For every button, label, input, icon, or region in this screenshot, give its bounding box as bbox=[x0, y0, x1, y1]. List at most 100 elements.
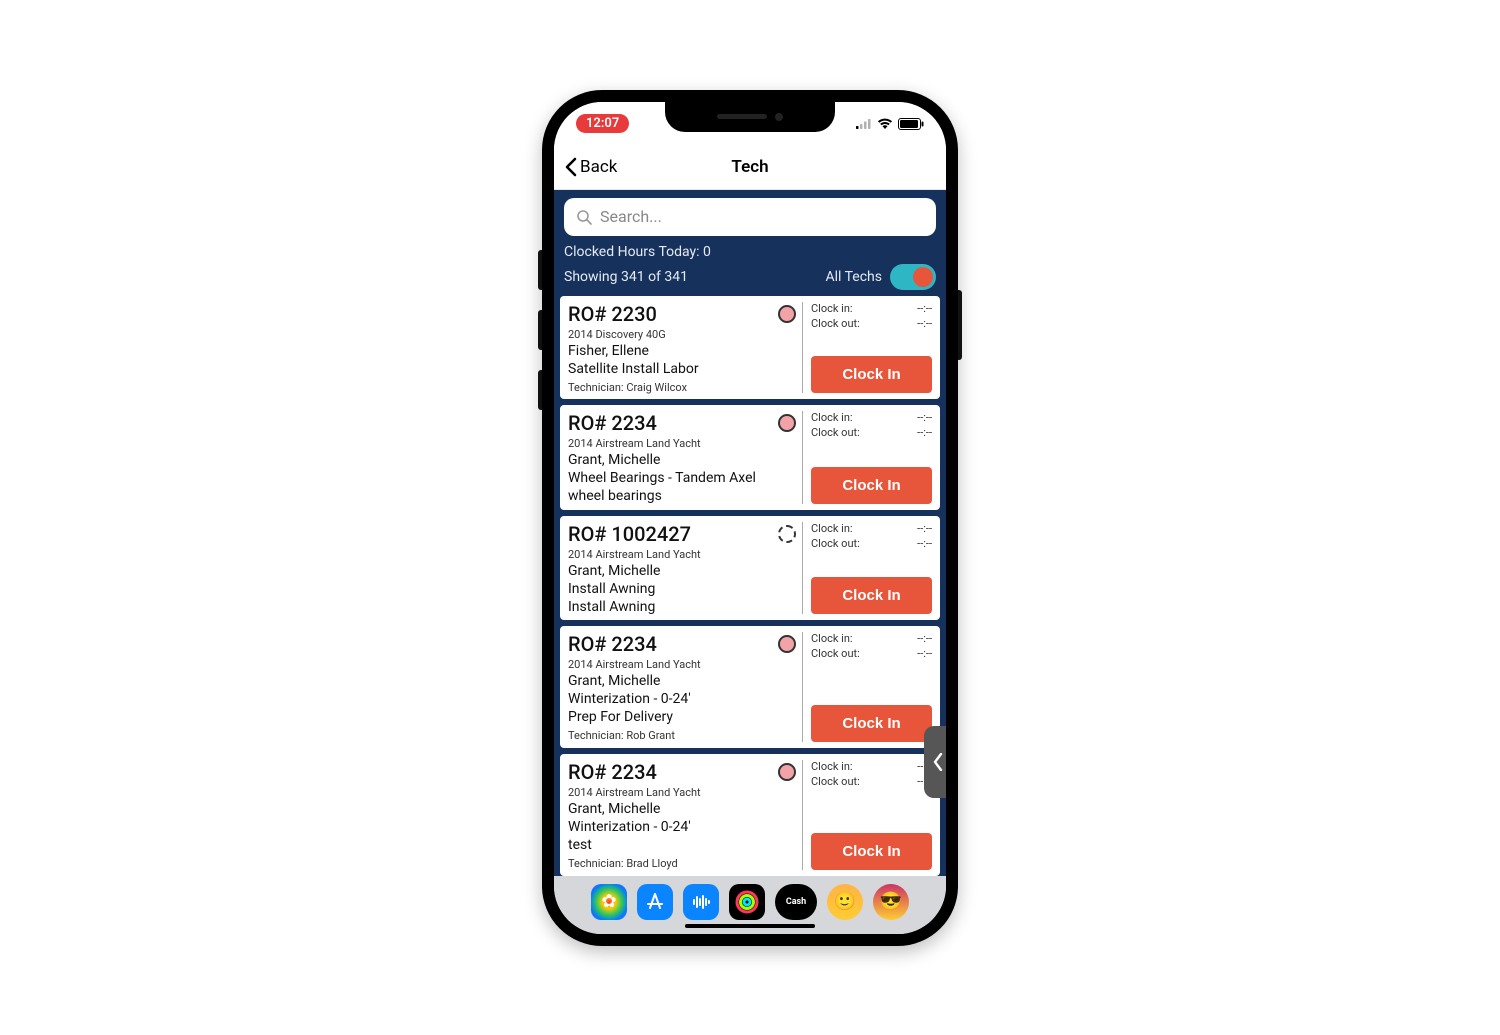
phone-frame: 12:07 bbox=[542, 90, 958, 946]
status-dot-icon bbox=[778, 414, 796, 432]
vehicle-line: 2014 Airstream Land Yacht bbox=[568, 658, 796, 671]
dock-app-photos[interactable]: ✿ bbox=[591, 884, 627, 920]
wifi-icon bbox=[877, 118, 893, 130]
task-line: Wheel Bearings - Tandem Axel bbox=[568, 470, 796, 486]
clock-in-button[interactable]: Clock In bbox=[811, 577, 932, 614]
search-container: Search... bbox=[554, 190, 946, 244]
customer-line: Grant, Michelle bbox=[568, 563, 796, 579]
status-dot-icon bbox=[778, 635, 796, 653]
card-info: RO# 2234 2014 Airstream Land Yacht Grant… bbox=[568, 760, 802, 870]
waveform-icon bbox=[690, 891, 712, 913]
clock-out-label: Clock out: bbox=[811, 537, 860, 550]
chevron-left-icon bbox=[933, 753, 943, 771]
task-line: Winterization - 0-24' bbox=[568, 691, 796, 707]
clock-in-label: Clock in: bbox=[811, 760, 853, 773]
card-clock: Clock in: --:-- Clock out: --:-- Clock In bbox=[802, 632, 932, 742]
detail-line: Prep For Delivery bbox=[568, 709, 796, 725]
clock-in-label: Clock in: bbox=[811, 522, 853, 535]
clock-in-button[interactable]: Clock In bbox=[811, 705, 932, 742]
ro-number: RO# 2230 bbox=[568, 302, 657, 326]
clock-in-label: Clock in: bbox=[811, 302, 853, 315]
summary-section: Clocked Hours Today: 0 Showing 341 of 34… bbox=[554, 244, 946, 296]
ro-number: RO# 1002427 bbox=[568, 522, 691, 546]
job-list[interactable]: RO# 2230 2014 Discovery 40G Fisher, Elle… bbox=[554, 296, 946, 876]
clock-in-button[interactable]: Clock In bbox=[811, 467, 932, 504]
clock-in-button[interactable]: Clock In bbox=[811, 356, 932, 393]
vehicle-line: 2014 Airstream Land Yacht bbox=[568, 786, 796, 799]
customer-line: Grant, Michelle bbox=[568, 801, 796, 817]
ro-number: RO# 2234 bbox=[568, 760, 657, 784]
notch bbox=[665, 102, 835, 132]
memoji-icon: 😎 bbox=[880, 891, 902, 912]
app-body: Search... Clocked Hours Today: 0 Showing… bbox=[554, 190, 946, 876]
nav-bar: Back Tech bbox=[554, 146, 946, 190]
technician-line: Technician: Brad Lloyd bbox=[568, 853, 796, 870]
showing-label: Showing 341 of 341 bbox=[564, 269, 688, 285]
dock-app-cash[interactable]: Cash bbox=[775, 884, 817, 920]
customer-line: Grant, Michelle bbox=[568, 452, 796, 468]
all-techs-toggle[interactable] bbox=[890, 264, 936, 290]
memoji-icon: 🙂 bbox=[834, 891, 856, 912]
clock-out-label: Clock out: bbox=[811, 775, 860, 788]
clock-out-value: --:-- bbox=[917, 537, 932, 550]
task-line: Satellite Install Labor bbox=[568, 361, 796, 377]
card-info: RO# 2230 2014 Discovery 40G Fisher, Elle… bbox=[568, 302, 802, 394]
clock-out-label: Clock out: bbox=[811, 647, 860, 660]
vehicle-line: 2014 Discovery 40G bbox=[568, 328, 796, 341]
card-clock: Clock in: --:-- Clock out: --:-- Clock In bbox=[802, 411, 932, 504]
appstore-icon bbox=[644, 891, 666, 913]
card-info: RO# 2234 2014 Airstream Land Yacht Grant… bbox=[568, 632, 802, 742]
clock-in-label: Clock in: bbox=[811, 632, 853, 645]
dock-app-audio[interactable] bbox=[683, 884, 719, 920]
clocked-hours-label: Clocked Hours Today: 0 bbox=[564, 244, 936, 260]
card-info: RO# 2234 2014 Airstream Land Yacht Grant… bbox=[568, 411, 802, 504]
clock-in-label: Clock in: bbox=[811, 411, 853, 424]
dock-app-memoji-2[interactable]: 😎 bbox=[873, 884, 909, 920]
job-card[interactable]: RO# 2234 2014 Airstream Land Yacht Grant… bbox=[560, 754, 940, 876]
job-card[interactable]: RO# 2230 2014 Discovery 40G Fisher, Elle… bbox=[560, 296, 940, 400]
search-placeholder: Search... bbox=[600, 207, 662, 226]
job-card[interactable]: RO# 1002427 2014 Airstream Land Yacht Gr… bbox=[560, 516, 940, 621]
job-card[interactable]: RO# 2234 2014 Airstream Land Yacht Grant… bbox=[560, 405, 940, 510]
photos-icon: ✿ bbox=[601, 891, 616, 912]
status-time: 12:07 bbox=[576, 114, 629, 133]
chevron-left-icon bbox=[564, 157, 578, 177]
job-card[interactable]: RO# 2234 2014 Airstream Land Yacht Grant… bbox=[560, 626, 940, 748]
battery-icon bbox=[898, 118, 924, 130]
clock-in-button[interactable]: Clock In bbox=[811, 833, 932, 870]
all-techs-label: All Techs bbox=[825, 269, 882, 285]
home-indicator[interactable] bbox=[685, 924, 815, 928]
card-clock: Clock in:--:-- Clock out:--:-- Clock In bbox=[802, 760, 932, 870]
cellular-icon bbox=[856, 118, 872, 129]
status-dot-icon bbox=[778, 525, 796, 543]
clock-out-value: --:-- bbox=[917, 647, 932, 660]
vehicle-line: 2014 Airstream Land Yacht bbox=[568, 548, 796, 561]
detail-line: wheel bearings bbox=[568, 488, 796, 504]
dock-app-memoji-1[interactable]: 🙂 bbox=[827, 884, 863, 920]
card-clock: Clock in:--:-- Clock out:--:-- Clock In bbox=[802, 522, 932, 615]
status-dot-icon bbox=[778, 305, 796, 323]
screen: 12:07 bbox=[554, 102, 946, 934]
drawer-handle[interactable] bbox=[924, 726, 946, 798]
customer-line: Grant, Michelle bbox=[568, 673, 796, 689]
clock-out-label: Clock out: bbox=[811, 426, 860, 439]
search-input[interactable]: Search... bbox=[564, 198, 936, 236]
technician-line: Technician: Craig Wilcox bbox=[568, 377, 796, 394]
back-button[interactable]: Back bbox=[564, 157, 617, 177]
technician-line: Technician: Rob Grant bbox=[568, 725, 796, 742]
clock-out-value: --:-- bbox=[917, 426, 932, 439]
clock-in-value: --:-- bbox=[917, 411, 932, 424]
dock-app-fitness[interactable] bbox=[729, 884, 765, 920]
clock-in-value: --:-- bbox=[917, 632, 932, 645]
ro-number: RO# 2234 bbox=[568, 411, 657, 435]
ro-number: RO# 2234 bbox=[568, 632, 657, 656]
cash-label: Cash bbox=[786, 897, 806, 907]
clock-in-value: --:-- bbox=[917, 302, 932, 315]
clock-out-label: Clock out: bbox=[811, 317, 860, 330]
card-info: RO# 1002427 2014 Airstream Land Yacht Gr… bbox=[568, 522, 802, 615]
status-dot-icon bbox=[778, 763, 796, 781]
dock-app-appstore[interactable] bbox=[637, 884, 673, 920]
detail-line: Install Awning bbox=[568, 599, 796, 615]
vehicle-line: 2014 Airstream Land Yacht bbox=[568, 437, 796, 450]
task-line: Winterization - 0-24' bbox=[568, 819, 796, 835]
